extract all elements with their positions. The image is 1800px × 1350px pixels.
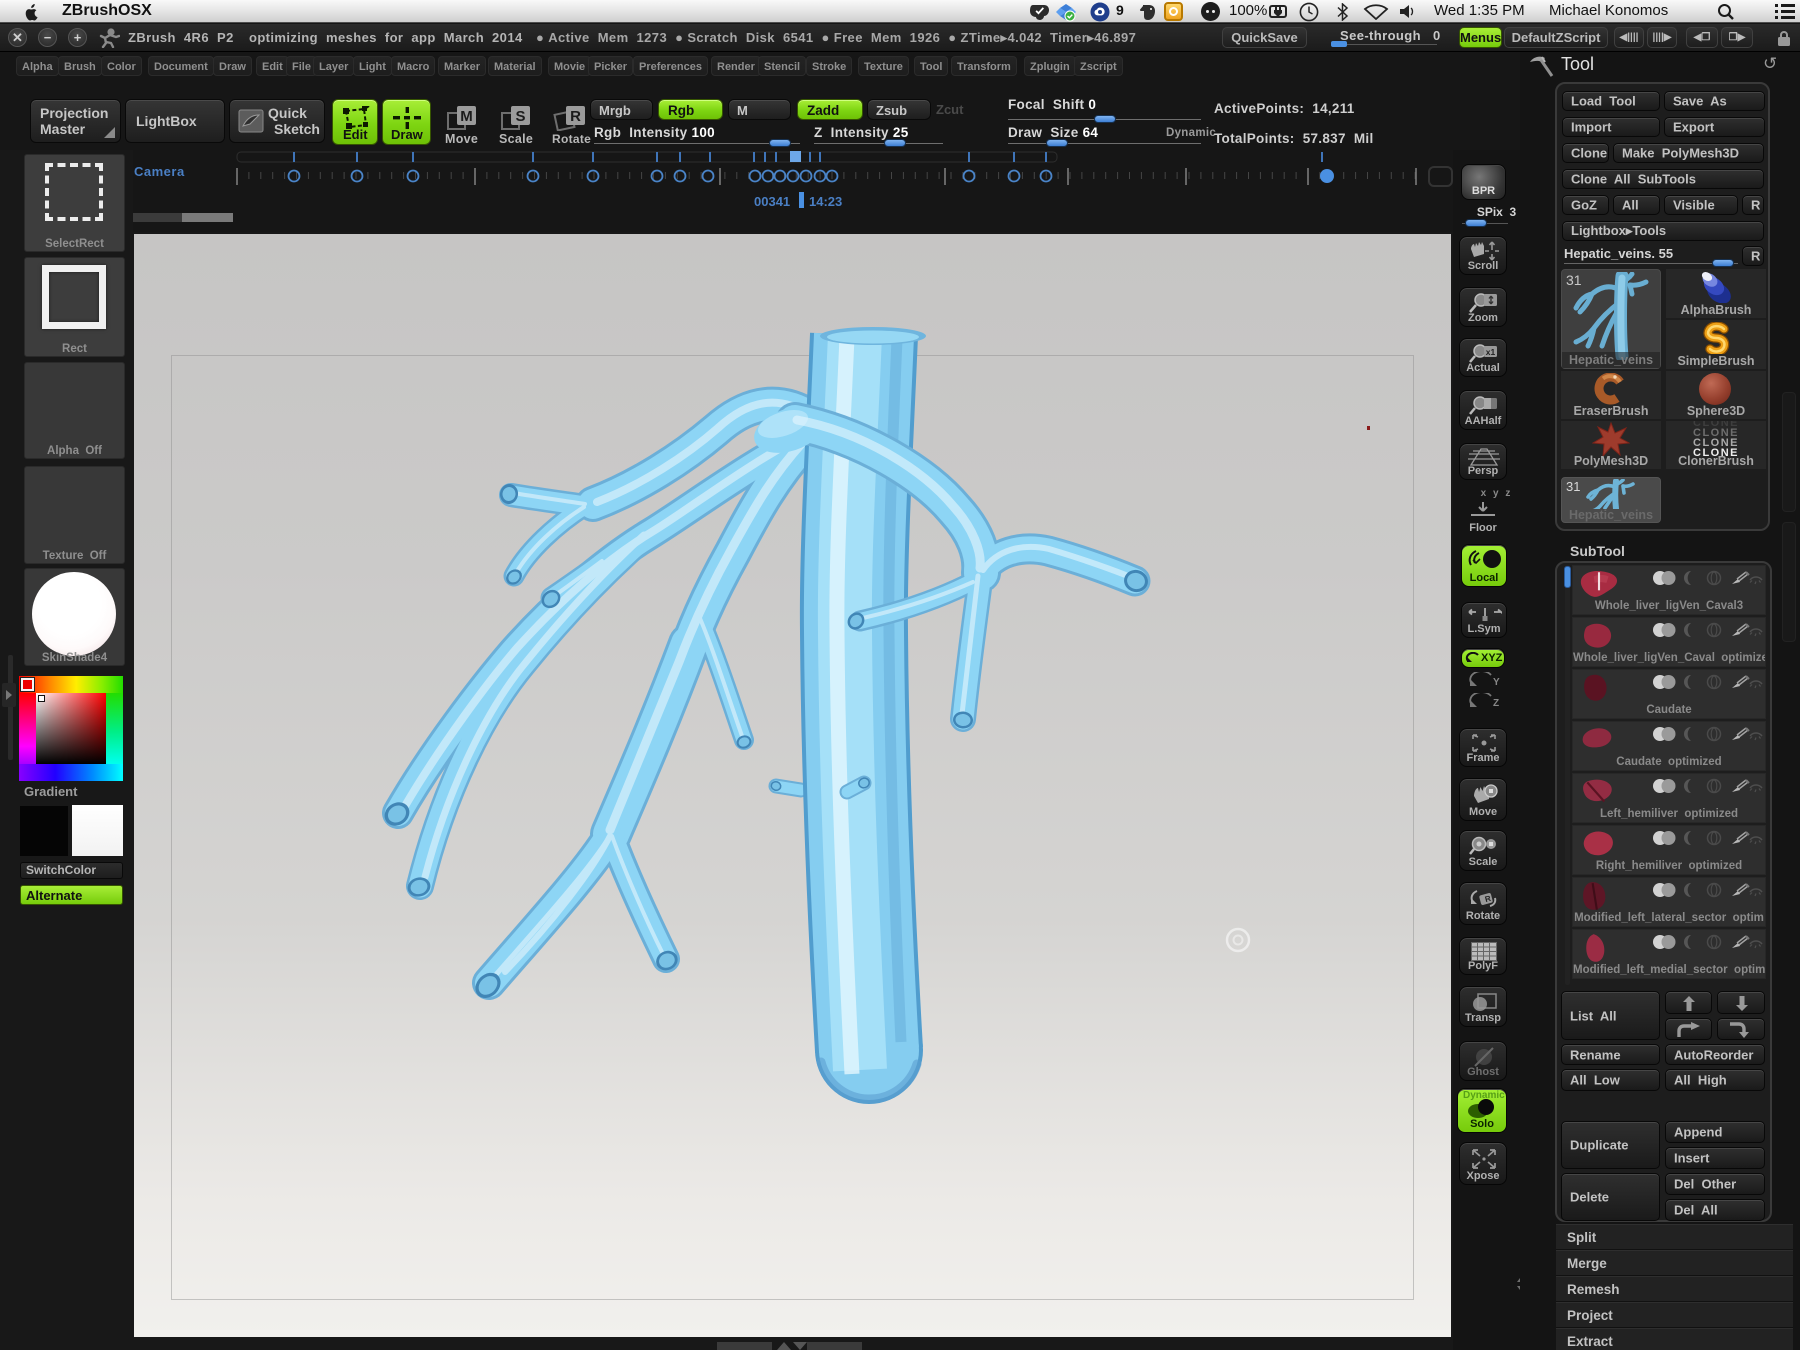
svg-text:x1: x1 xyxy=(1486,347,1496,357)
svg-text:R: R xyxy=(570,108,581,125)
svg-text:M: M xyxy=(460,108,473,125)
svg-text:S: S xyxy=(515,108,525,125)
svg-text:Y: Y xyxy=(1493,677,1500,688)
svg-text:Z: Z xyxy=(1493,698,1499,709)
